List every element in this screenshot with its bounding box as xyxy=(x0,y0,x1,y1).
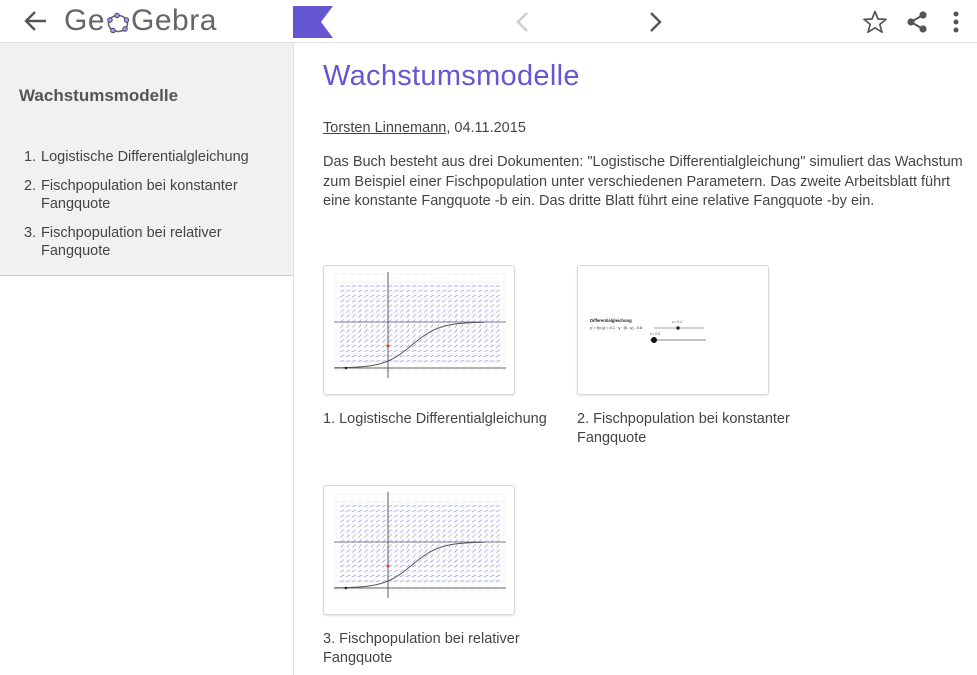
top-bar: Ge Gebra xyxy=(0,0,977,43)
toc-number: 1. xyxy=(24,149,37,165)
logo-text-end: Gebra xyxy=(131,4,217,37)
sidebar-item-relative-fangquote[interactable]: 3. Fischpopulation bei relativer Fangquot… xyxy=(24,224,274,260)
more-vert-icon[interactable] xyxy=(946,9,966,35)
chevron-left-icon[interactable] xyxy=(510,8,536,36)
book-description: Das Buch besteht aus drei Dokumenten: "L… xyxy=(323,154,963,209)
slope-field-graph-image xyxy=(333,272,506,378)
thumb-worksheet-formula: y' = f(x,y) = 0.1 · y · (6 - y) - 0.8 xyxy=(590,326,642,330)
chapter-thumbnail-2[interactable]: Differentialgleichung y' = f(x,y) = 0.1 … xyxy=(577,265,769,395)
chapter-card-label: 1. Logistische Differentialgleichung xyxy=(323,411,547,427)
bookmark-flag-icon[interactable] xyxy=(293,6,335,38)
thumb-worksheet-title: Differentialgleichung xyxy=(590,318,632,323)
geogebra-ellipse-icon xyxy=(106,9,130,34)
toc-label: Logistische Differentialgleichung xyxy=(41,149,249,165)
toc-label: Fischpopulation bei konstanter Fangquote xyxy=(41,178,238,212)
back-arrow-icon[interactable] xyxy=(22,8,50,34)
sidebar-divider xyxy=(293,43,294,675)
publish-date: , 04.11.2015 xyxy=(446,120,526,136)
geogebra-logo[interactable]: Ge Gebra xyxy=(64,4,217,38)
chevron-right-icon[interactable] xyxy=(642,8,668,36)
sidebar-title[interactable]: Wachstumsmodelle xyxy=(19,86,178,106)
toc-label: Fischpopulation bei relativer Fangquote xyxy=(41,225,222,259)
star-icon[interactable] xyxy=(862,9,888,35)
sidebar-item-logistische[interactable]: 1. Logistische Differentialgleichung xyxy=(24,148,274,166)
slope-field-graph-image xyxy=(333,492,506,598)
table-of-contents: 1. Logistische Differentialgleichung 2. Fi… xyxy=(24,148,274,271)
slider-worksheet-image: Differentialgleichung y' = f(x,y) = 0.1 … xyxy=(590,318,706,343)
thumb-slider-b-label: b = 0.8 xyxy=(650,332,660,336)
logo-text-start: Ge xyxy=(64,4,106,37)
page-title: Wachstumsmodelle xyxy=(323,60,580,92)
author-link[interactable]: Torsten Linnemann xyxy=(323,120,446,136)
toc-number: 2. xyxy=(24,178,37,194)
chapter-card-label: 2. Fischpopulation bei konstanter Fangqu… xyxy=(577,411,790,446)
thumb-slider-b-knob xyxy=(651,337,657,343)
thumb-slider-a-label: a = 0.4 xyxy=(672,320,682,324)
sidebar-item-konstante-fangquote[interactable]: 2. Fischpopulation bei konstanter Fangquo… xyxy=(24,177,274,213)
byline: Torsten Linnemann, 04.11.2015 xyxy=(323,120,526,136)
toc-number: 3. xyxy=(24,225,37,241)
share-icon[interactable] xyxy=(904,9,930,35)
chapter-thumbnail-1[interactable] xyxy=(323,265,515,395)
chapter-card-label: 3. Fischpopulation bei relativer Fangquo… xyxy=(323,631,520,666)
chapter-thumbnail-3[interactable] xyxy=(323,485,515,615)
thumb-slider-a-knob xyxy=(676,326,680,330)
